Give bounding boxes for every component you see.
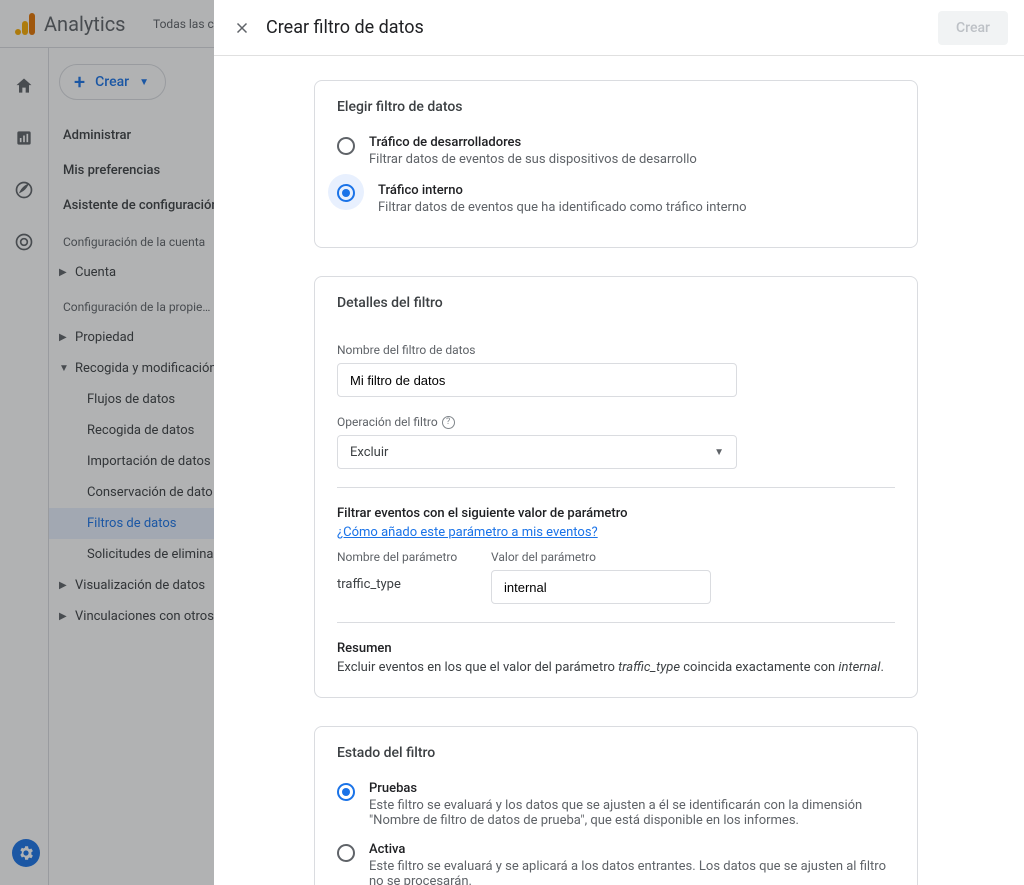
- radio-icon: [337, 783, 355, 801]
- param-name-label: Nombre del parámetro: [337, 550, 467, 564]
- filter-op-select[interactable]: Excluir ▼: [337, 435, 737, 469]
- state-testing-desc: Este filtro se evaluará y los datos que …: [369, 798, 895, 828]
- panel-body: Elegir filtro de datos Tráfico de desarr…: [214, 56, 1024, 885]
- create-filter-panel: Crear filtro de datos Crear Elegir filtr…: [214, 0, 1024, 885]
- dev-traffic-desc: Filtrar datos de eventos de sus disposit…: [369, 152, 697, 167]
- state-testing-title: Pruebas: [369, 781, 895, 796]
- dev-traffic-title: Tráfico de desarrolladores: [369, 135, 697, 150]
- how-add-param-link[interactable]: ¿Cómo añado este parámetro a mis eventos…: [337, 525, 598, 540]
- summary-text: Excluir eventos en los que el valor del …: [337, 660, 895, 675]
- choose-filter-card: Elegir filtro de datos Tráfico de desarr…: [314, 80, 918, 248]
- radio-icon: [337, 844, 355, 862]
- state-option-active[interactable]: Activa Este filtro se evaluará y se apli…: [337, 842, 895, 885]
- param-name-value: traffic_type: [337, 570, 467, 592]
- param-value-label: Valor del parámetro: [491, 550, 711, 564]
- summary-label: Resumen: [337, 641, 895, 656]
- internal-traffic-desc: Filtrar datos de eventos que ha identifi…: [378, 200, 747, 215]
- param-value-input[interactable]: [491, 570, 711, 604]
- chevron-down-icon: ▼: [714, 447, 724, 458]
- state-active-desc: Este filtro se evaluará y se aplicará a …: [369, 859, 895, 885]
- internal-traffic-title: Tráfico interno: [378, 183, 747, 198]
- filter-state-title: Estado del filtro: [337, 745, 895, 761]
- panel-title: Crear filtro de datos: [266, 17, 938, 38]
- filter-details-card: Detalles del filtro Nombre del filtro de…: [314, 276, 918, 698]
- panel-header: Crear filtro de datos Crear: [214, 0, 1024, 56]
- filter-op-value: Excluir: [350, 445, 388, 460]
- panel-create-button[interactable]: Crear: [938, 11, 1008, 45]
- help-icon[interactable]: ?: [442, 416, 455, 429]
- filter-state-card: Estado del filtro Pruebas Este filtro se…: [314, 726, 918, 885]
- filter-details-title: Detalles del filtro: [337, 295, 895, 311]
- filter-name-input[interactable]: [337, 363, 737, 397]
- filter-option-internal[interactable]: Tráfico interno Filtrar datos de eventos…: [337, 177, 895, 225]
- state-active-title: Activa: [369, 842, 895, 857]
- choose-filter-title: Elegir filtro de datos: [337, 99, 895, 115]
- close-icon[interactable]: [230, 16, 254, 40]
- filter-op-label: Operación del filtro ?: [337, 415, 895, 429]
- filter-option-developer[interactable]: Tráfico de desarrolladores Filtrar datos…: [337, 129, 895, 177]
- radio-icon: [337, 184, 355, 202]
- filter-name-label: Nombre del filtro de datos: [337, 343, 895, 357]
- filter-events-label: Filtrar eventos con el siguiente valor d…: [337, 506, 895, 521]
- state-option-testing[interactable]: Pruebas Este filtro se evaluará y los da…: [337, 781, 895, 828]
- radio-icon: [337, 137, 355, 155]
